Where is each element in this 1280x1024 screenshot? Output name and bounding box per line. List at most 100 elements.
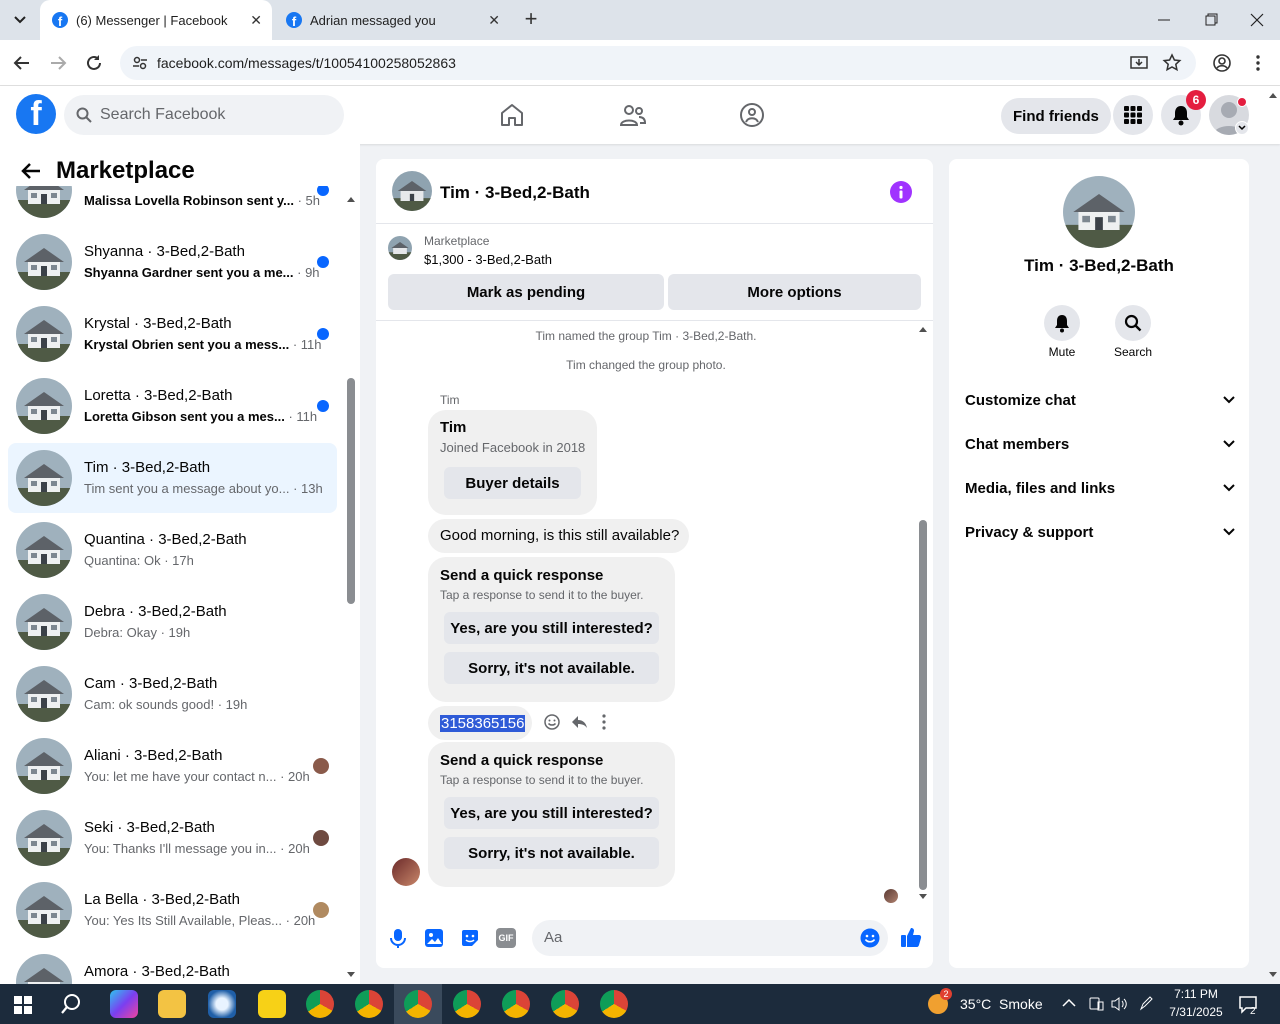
groups-nav-button[interactable] [739,102,765,128]
conversation-item[interactable]: Tim · 3-Bed,2-Bath Tim sent you a message… [8,443,337,513]
weather-text[interactable]: 35°C Smoke [960,996,1043,1012]
friends-nav-button[interactable] [619,102,647,128]
show-hidden-icons[interactable] [1062,998,1076,1008]
mute-button[interactable] [1044,305,1080,341]
copilot-icon[interactable] [110,990,138,1018]
conversation-item[interactable]: Loretta · 3-Bed,2-Bath Loretta Gibson sen… [8,371,337,441]
start-button[interactable] [14,996,32,1014]
chat-scrollbar[interactable] [917,324,929,904]
clock-date[interactable]: 7/31/2025 [1164,1005,1228,1019]
message-more-button[interactable] [600,713,608,731]
scrollbar-thumb[interactable] [347,378,355,604]
conversation-scrollbar[interactable] [344,194,358,984]
close-window-button[interactable] [1245,10,1269,30]
bookmark-star-icon[interactable] [1162,53,1182,73]
chrome-icon[interactable] [453,990,481,1018]
file-explorer-icon[interactable] [158,990,186,1018]
quick-reply-yes-button[interactable]: Yes, are you still interested? [444,797,659,829]
pen-icon[interactable] [1138,996,1154,1012]
tab-search-button[interactable] [8,8,32,32]
quick-reply-yes-button[interactable]: Yes, are you still interested? [444,612,659,644]
sticky-notes-icon[interactable] [258,990,286,1018]
details-avatar[interactable] [1063,176,1135,248]
find-friends-button[interactable]: Find friends [1001,98,1111,134]
details-section-4[interactable]: Privacy & support [965,510,1235,554]
facebook-search-input[interactable]: Search Facebook [64,95,344,135]
home-nav-button[interactable] [499,102,525,128]
chrome-icon[interactable] [355,990,383,1018]
tab-messenger[interactable]: f (6) Messenger | Facebook ✕ [40,0,272,40]
new-tab-button[interactable]: + [519,8,543,32]
phone-message-bubble[interactable]: 3158365156 [428,706,532,740]
message-bubble[interactable]: Good morning, is this still available? [428,519,689,553]
conversation-item[interactable]: Shyanna · 3-Bed,2-Bath Shyanna Gardner se… [8,227,337,297]
search-chat-button[interactable] [1115,305,1151,341]
react-button[interactable] [543,713,561,731]
listing-price-title[interactable]: $1,300 - 3-Bed,2-Bath [424,252,552,267]
chrome-icon[interactable] [551,990,579,1018]
sender-avatar[interactable] [392,858,420,886]
network-icon[interactable] [1088,996,1104,1012]
scrollbar-thumb[interactable] [919,520,927,890]
site-info-icon[interactable] [132,55,148,71]
restore-button[interactable] [1199,10,1223,30]
install-app-icon[interactable] [1130,54,1148,72]
quick-reply-no-button[interactable]: Sorry, it's not available. [444,837,659,869]
details-section-2[interactable]: Chat members [965,422,1235,466]
conversation-item[interactable]: Cam · 3-Bed,2-Bath Cam: ok sounds good! ·… [8,659,337,729]
chrome-icon[interactable] [306,990,334,1018]
back-button[interactable] [12,53,32,73]
conversation-item[interactable]: Seki · 3-Bed,2-Bath You: Thanks I'll mess… [8,803,337,873]
page-scrollbar[interactable] [1266,90,1280,984]
back-arrow-button[interactable] [20,161,42,181]
clock-time[interactable]: 7:11 PM [1164,987,1228,1001]
chrome-icon[interactable] [502,990,530,1018]
close-tab-icon[interactable]: ✕ [250,12,262,29]
facebook-logo[interactable]: f [16,94,56,134]
listing-thumbnail[interactable] [388,236,412,260]
conversation-item[interactable]: Debra · 3-Bed,2-Bath Debra: Okay · 19h [8,587,337,657]
sticker-button[interactable] [460,928,480,948]
conversation-item[interactable]: Aliani · 3-Bed,2-Bath You: let me have yo… [8,731,337,801]
conversation-item[interactable]: Quantina · 3-Bed,2-Bath Quantina: Ok · 17… [8,515,337,585]
details-section-3[interactable]: Media, files and links [965,466,1235,510]
emoji-button[interactable] [860,928,880,948]
tab-adrian[interactable]: f Adrian messaged you ✕ [274,0,510,40]
close-tab-icon[interactable]: ✕ [488,12,500,29]
taskbar-search-button[interactable] [60,993,82,1015]
forward-button[interactable] [48,53,68,73]
profile-icon[interactable] [1212,53,1232,73]
house-photo-icon [16,666,72,722]
address-bar[interactable]: facebook.com/messages/t/1005410025805286… [120,46,1196,80]
reload-button[interactable] [84,53,104,73]
menu-grid-button[interactable] [1113,95,1153,135]
conversation-item[interactable]: Krystal · 3-Bed,2-Bath Krystal Obrien sen… [8,299,337,369]
conversation-item[interactable]: Malissa · 3-Bed,2-Bath Malissa Lovella Ro… [8,186,337,225]
quick-reply-no-button[interactable]: Sorry, it's not available. [444,652,659,684]
facebook-icon: f [286,12,302,28]
selected-phone-text[interactable]: 3158365156 [440,715,526,732]
voice-clip-button[interactable] [388,927,408,949]
attach-photo-button[interactable] [424,928,444,948]
buyer-details-button[interactable]: Buyer details [444,467,581,499]
quick-response-card: Send a quick response Tap a response to … [428,557,675,702]
browser-menu-icon[interactable] [1250,53,1266,73]
conversation-item[interactable]: La Bella · 3-Bed,2-Bath You: Yes Its Stil… [8,875,337,945]
reply-button[interactable] [570,713,588,731]
chat-avatar[interactable] [392,171,432,211]
chrome-icon[interactable] [404,990,432,1018]
minimize-button[interactable] [1152,10,1176,30]
conversation-item[interactable]: Amora · 3-Bed,2-Bath [8,947,337,984]
account-chevron[interactable] [1235,121,1249,135]
details-section-1[interactable]: Customize chat [965,378,1235,422]
send-like-button[interactable] [900,926,922,948]
sender-name: Tim [440,393,460,407]
volume-icon[interactable] [1110,996,1128,1012]
mark-as-pending-button[interactable]: Mark as pending [388,274,664,310]
gif-icon[interactable]: GIF [496,928,516,948]
chrome-icon[interactable] [600,990,628,1018]
message-composer-input[interactable]: Aa [532,920,888,956]
chat-info-button[interactable] [890,181,912,203]
more-options-button[interactable]: More options [668,274,921,310]
app-icon[interactable] [208,990,236,1018]
